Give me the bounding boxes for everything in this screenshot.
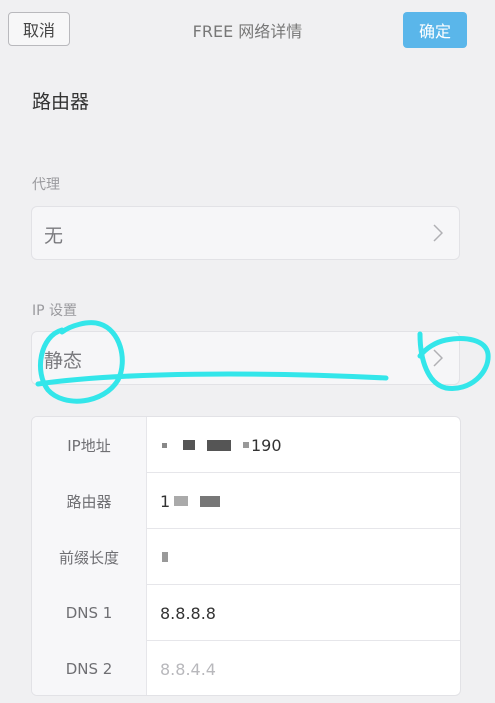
redaction-mark (174, 496, 189, 506)
prefix-length-label: 前缀长度 (32, 529, 147, 585)
redaction-mark (200, 495, 221, 507)
table-row: DNS 1 8.8.8.8 (32, 585, 460, 641)
table-row: 前缀长度 (32, 529, 460, 585)
ip-settings-label: IP 设置 (32, 303, 78, 319)
static-ip-details: IP地址 190 路由器 1 前缀长度 DNS 1 8.8.8.8 DNS 2 … (31, 416, 461, 696)
table-row: 路由器 1 (32, 473, 460, 529)
redaction-mark (162, 552, 168, 562)
dns1-value[interactable]: 8.8.8.8 (160, 585, 216, 641)
prefix-length-field[interactable] (160, 529, 170, 585)
chevron-right-icon (433, 224, 443, 242)
router-value: 1 (160, 491, 171, 511)
header: 取消 FREE 网络详情 确定 (0, 0, 495, 60)
table-row: DNS 2 8.8.4.4 (32, 641, 460, 695)
ip-address-label: IP地址 (32, 417, 147, 473)
redaction-mark (207, 439, 231, 451)
router-section-title: 路由器 (32, 91, 90, 113)
ip-settings-selector[interactable]: 静态 (31, 331, 460, 385)
redaction-mark (183, 440, 195, 450)
router-label: 路由器 (32, 473, 147, 529)
chevron-right-icon (433, 349, 443, 367)
dns1-label: DNS 1 (32, 585, 147, 641)
ip-address-field[interactable]: 190 (160, 417, 282, 473)
proxy-selector[interactable]: 无 (31, 206, 460, 260)
redaction-mark (162, 442, 167, 448)
proxy-label: 代理 (32, 177, 60, 193)
table-row: IP地址 190 (32, 417, 460, 473)
proxy-value: 无 (44, 225, 64, 247)
router-field[interactable]: 1 (160, 473, 222, 529)
dns2-value[interactable]: 8.8.4.4 (160, 641, 216, 695)
ip-settings-value: 静态 (44, 350, 83, 372)
confirm-button[interactable]: 确定 (403, 12, 467, 48)
redaction-mark (243, 442, 249, 448)
ip-address-value: 190 (251, 435, 282, 455)
dns2-label: DNS 2 (32, 641, 147, 695)
